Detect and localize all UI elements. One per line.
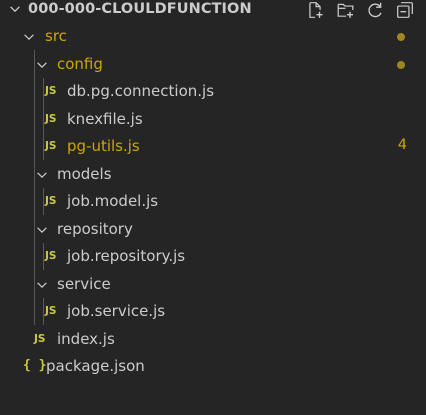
javascript-file-icon: JS — [45, 85, 57, 97]
refresh-icon — [368, 2, 382, 18]
tree-folder-config[interactable]: config — [0, 51, 426, 79]
tree-folder-src[interactable]: src — [0, 23, 426, 51]
javascript-file-icon: JS — [45, 305, 57, 317]
tree-file-pg-utils[interactable]: JS pg-utils.js 4 — [0, 133, 426, 161]
refresh-button[interactable] — [360, 0, 390, 20]
tree-file-index[interactable]: JS index.js — [0, 326, 426, 354]
tree-file-job-repository[interactable]: JS job.repository.js — [0, 243, 426, 271]
explorer-actions — [300, 0, 420, 20]
file-explorer: 000-000-CLOULDFUNCTION src config JS db.… — [0, 0, 426, 415]
tree-file-package-json[interactable]: { } package.json — [0, 353, 426, 381]
folder-label: src — [45, 27, 67, 45]
file-label: index.js — [57, 329, 115, 348]
chevron-down-icon — [37, 61, 47, 68]
new-folder-icon — [337, 3, 353, 18]
folder-label: repository — [57, 219, 133, 238]
file-label: db.pg.connection.js — [67, 82, 215, 100]
file-label: job.repository.js — [67, 247, 186, 265]
folder-label: config — [57, 54, 103, 73]
chevron-down-icon — [37, 281, 47, 288]
file-label: package.json — [46, 357, 145, 375]
collapse-all-button[interactable] — [390, 0, 420, 20]
collapse-all-icon — [397, 2, 413, 18]
javascript-file-icon: JS — [45, 195, 57, 207]
new-file-icon — [309, 2, 323, 18]
workspace-title[interactable]: 000-000-CLOULDFUNCTION — [28, 1, 252, 17]
json-file-icon: { } — [23, 358, 47, 373]
problems-count-badge: 4 — [397, 137, 407, 153]
folder-label: service — [57, 274, 111, 293]
javascript-file-icon: JS — [45, 250, 57, 262]
tree-file-job-service[interactable]: JS job.service.js — [0, 298, 426, 326]
tree-folder-service[interactable]: service — [0, 271, 426, 299]
chevron-down-icon[interactable] — [8, 2, 22, 16]
file-label: pg-utils.js — [67, 137, 140, 155]
tree-file-knexfile[interactable]: JS knexfile.js — [0, 106, 426, 134]
chevron-down-icon — [37, 226, 47, 233]
javascript-file-icon: JS — [45, 112, 57, 125]
tree-file-job-model[interactable]: JS job.model.js — [0, 188, 426, 216]
file-label: job.service.js — [67, 302, 166, 320]
tree-folder-models[interactable]: models — [0, 161, 426, 189]
modified-dot — [397, 33, 405, 41]
file-tree: src config JS db.pg.connection.js JS kne… — [0, 23, 426, 381]
chevron-down-icon — [37, 171, 47, 178]
file-label: knexfile.js — [67, 109, 143, 128]
file-label: job.model.js — [67, 192, 159, 210]
javascript-file-icon: JS — [34, 332, 46, 345]
folder-label: models — [57, 164, 112, 183]
javascript-file-icon: JS — [45, 140, 57, 152]
explorer-header[interactable]: 000-000-CLOULDFUNCTION — [0, 0, 426, 20]
chevron-down-icon — [24, 34, 34, 41]
modified-dot — [397, 60, 405, 69]
tree-folder-repository[interactable]: repository — [0, 216, 426, 244]
new-folder-button[interactable] — [330, 0, 360, 20]
new-file-button[interactable] — [300, 0, 330, 20]
tree-file-db-pg-connection[interactable]: JS db.pg.connection.js — [0, 78, 426, 106]
